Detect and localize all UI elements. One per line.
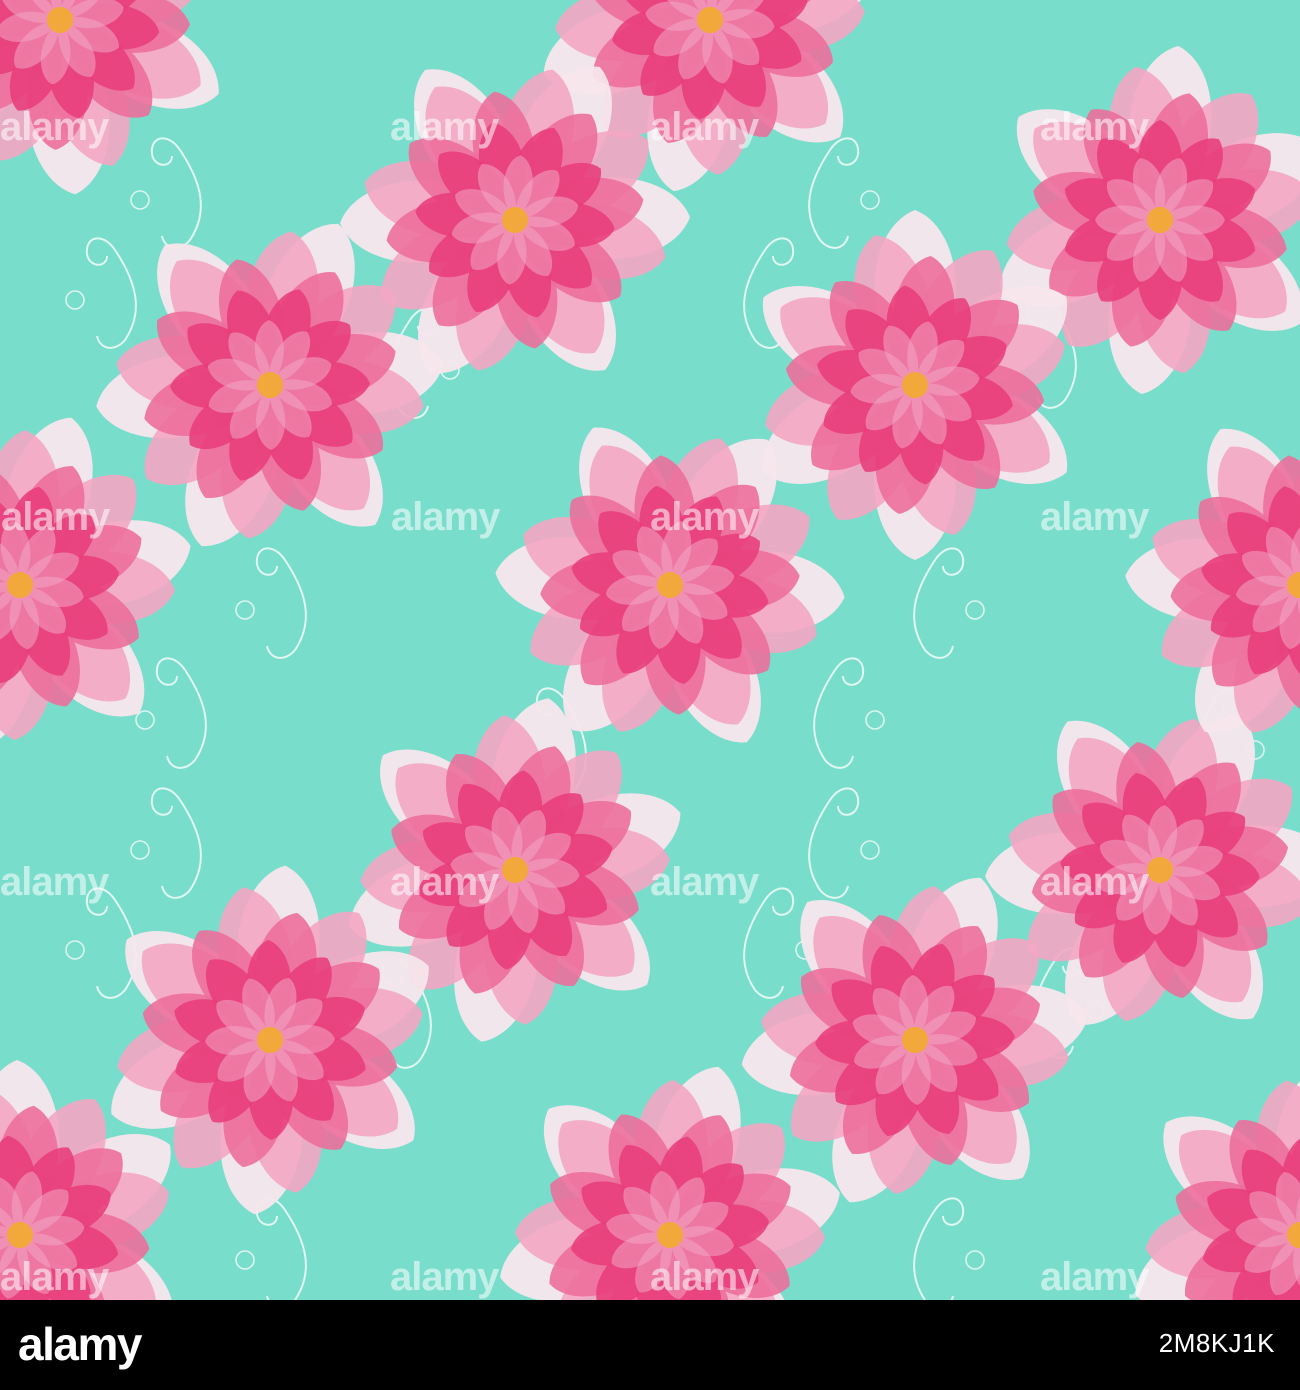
stock-footer-bar: alamy 2M8KJ1K [0,1300,1300,1390]
alamy-logo: alamy [18,1316,208,1376]
image-id-label: 2M8KJ1K [1158,1328,1275,1358]
pattern-canvas [0,0,1300,1300]
alamy-logo-mark: alamy [18,1318,144,1370]
alamy-logo-text: alamy [18,1318,143,1370]
floral-pattern-image: alamy alamy alamy alamy alamy alamy alamy alamy… [0,0,1300,1300]
